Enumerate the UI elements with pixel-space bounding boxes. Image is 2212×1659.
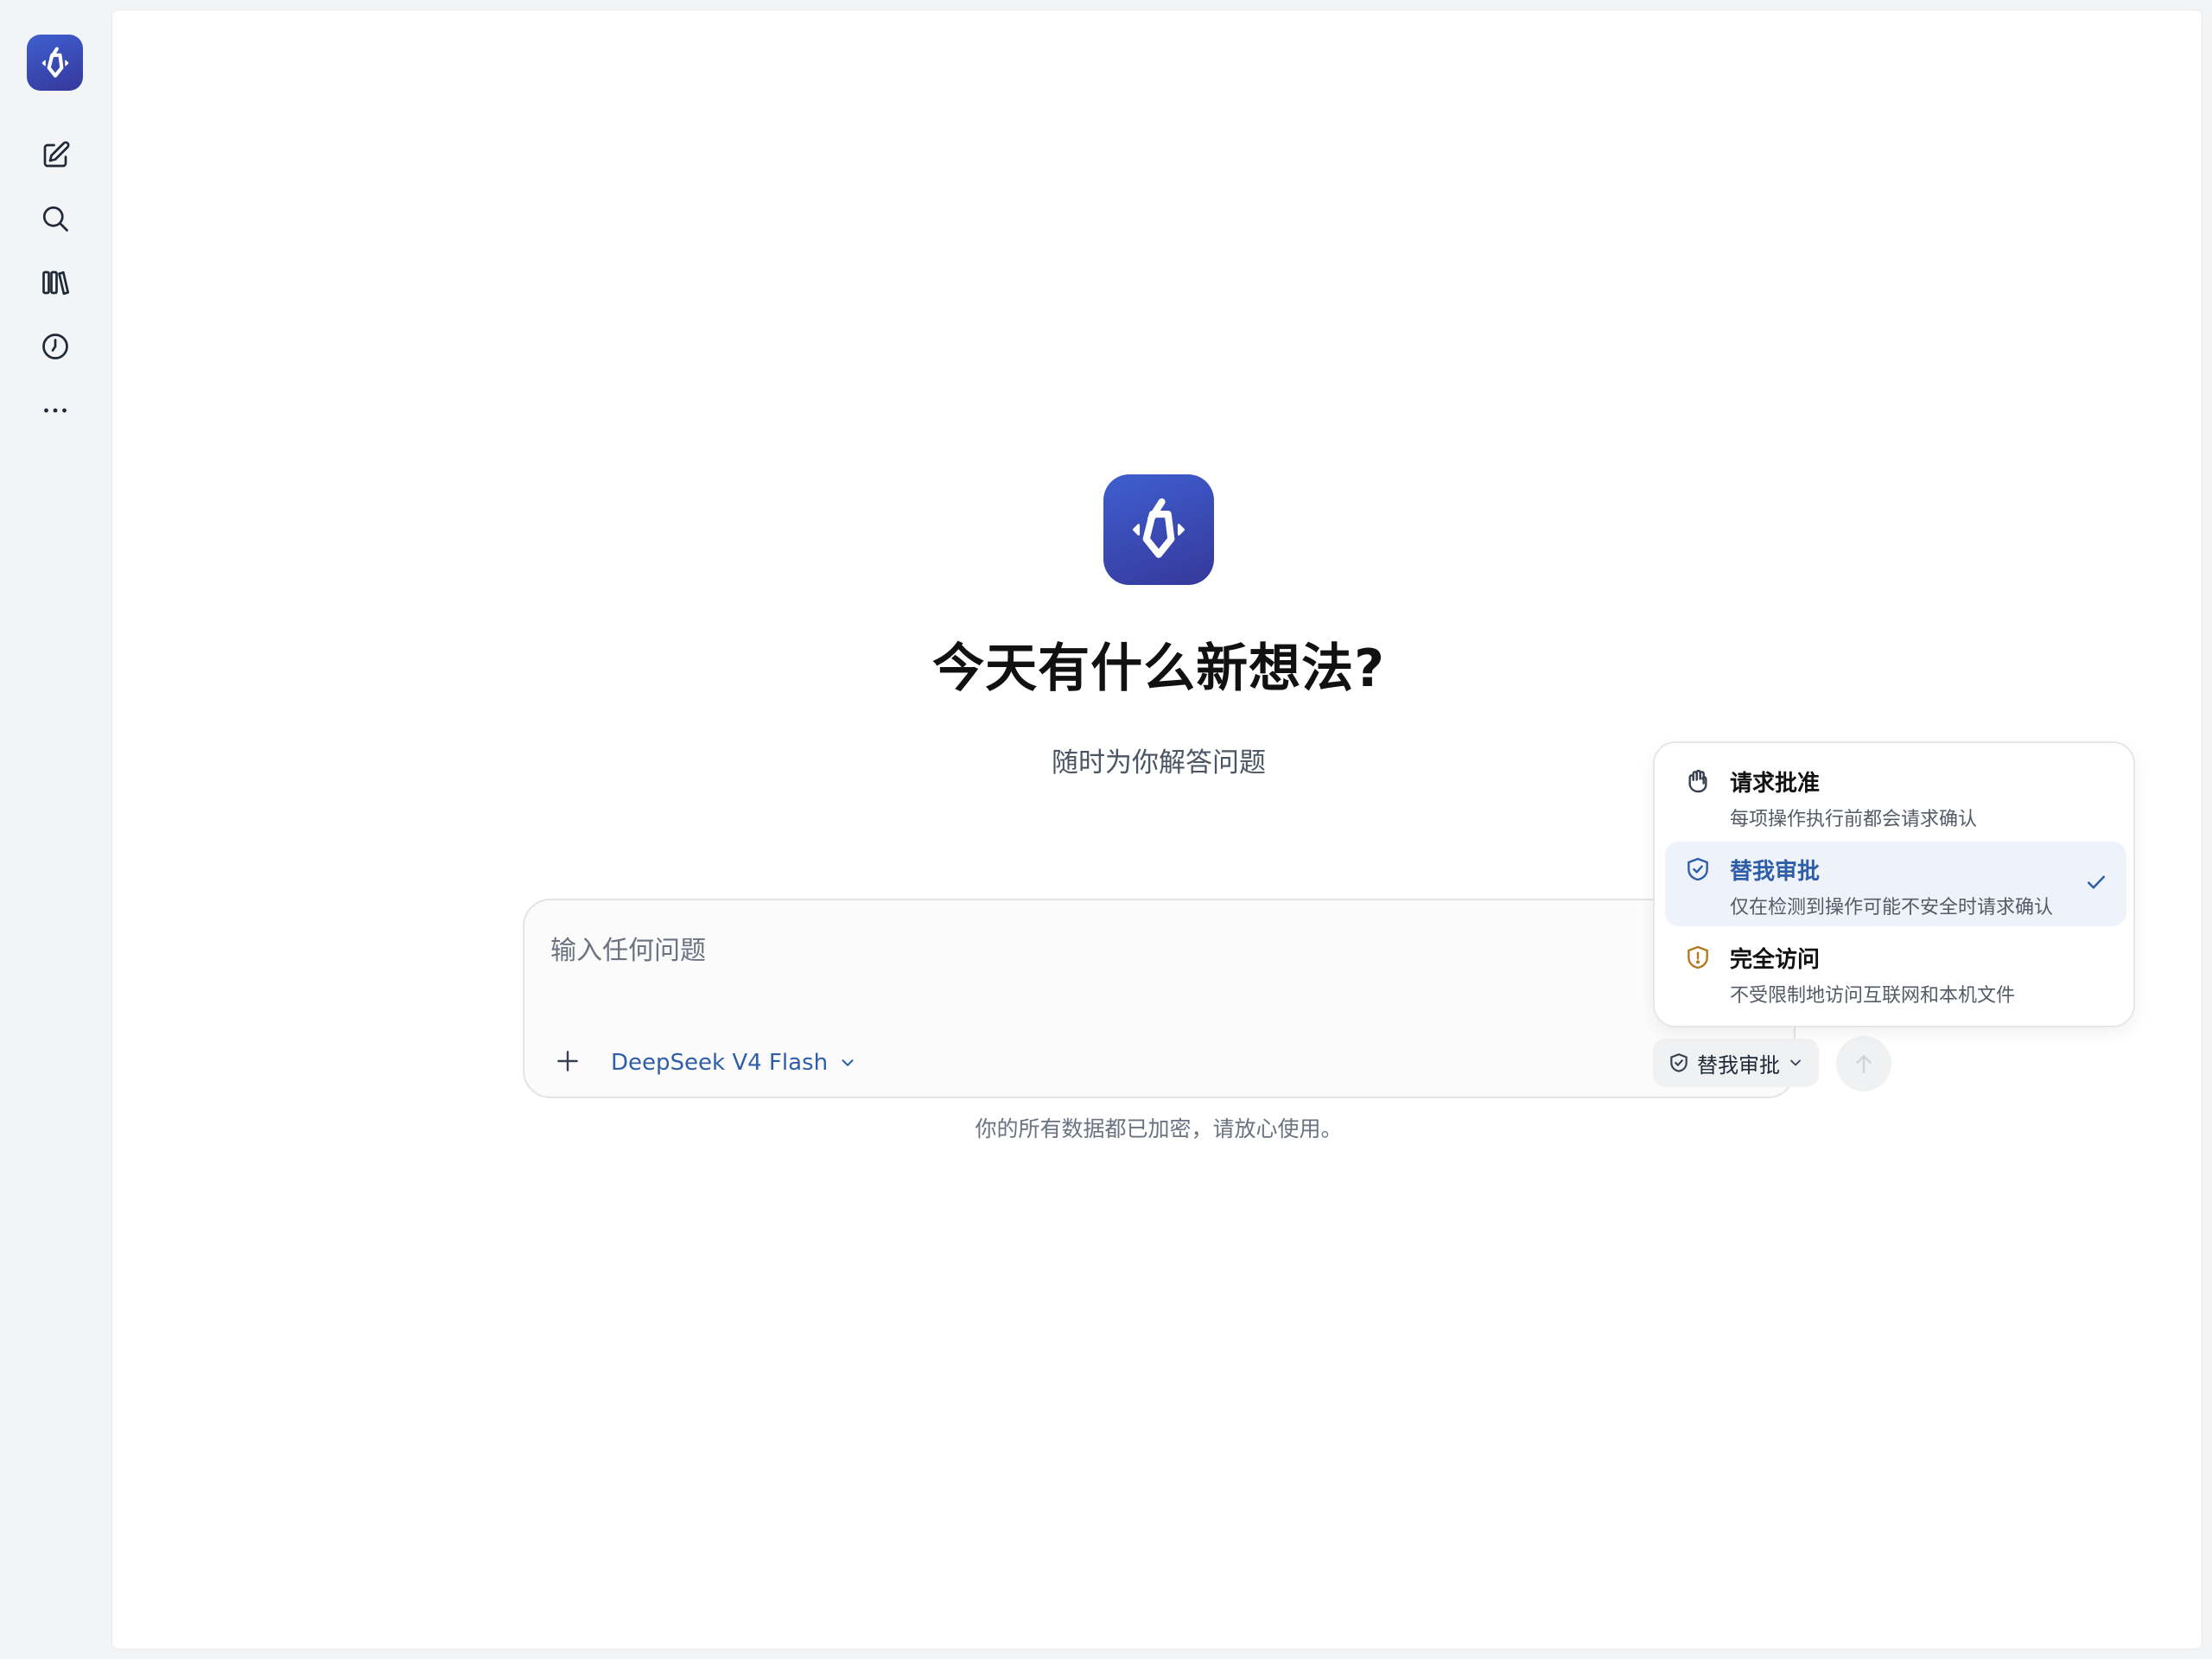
composer: DeepSeek V4 Flash 替我审批 xyxy=(523,899,1891,1098)
option-description: 每项操作执行前都会请求确认 xyxy=(1730,809,1978,830)
hand-icon xyxy=(1688,769,1707,793)
message-input[interactable] xyxy=(550,925,1414,976)
sidebar xyxy=(0,0,111,1659)
main-panel: 今天有什么新想法? 随时为你解答问题 DeepSeek V4 Flash 替我审… xyxy=(111,10,2202,1649)
menu-option-request-approval[interactable]: 请求批准 每项操作执行前都会请求确认 xyxy=(1665,753,2126,838)
send-button[interactable] xyxy=(1836,1036,1891,1091)
arrow-up-icon xyxy=(1856,1055,1872,1074)
approval-mode-menu: 请求批准 每项操作执行前都会请求确认 替我审批 仅在检测到操作可能不安全时请求确… xyxy=(1653,741,2135,1027)
plus-icon xyxy=(557,1051,578,1071)
shield-alert-icon xyxy=(1688,945,1708,969)
option-title: 替我审批 xyxy=(1730,859,1821,885)
option-title: 完全访问 xyxy=(1730,947,1821,973)
shield-check-icon xyxy=(1670,1053,1688,1072)
model-select[interactable]: DeepSeek V4 Flash xyxy=(611,1046,857,1080)
footer-note: 你的所有数据都已加密，请放心使用。 xyxy=(975,1116,1343,1141)
approval-mode-label: 替我审批 xyxy=(1697,1052,1780,1077)
app-logo-icon[interactable] xyxy=(27,35,83,91)
search-icon xyxy=(42,206,68,232)
edit-icon xyxy=(43,141,70,168)
model-label: DeepSeek V4 Flash xyxy=(611,1050,829,1076)
page-title: 今天有什么新想法? xyxy=(932,639,1385,699)
search-button[interactable] xyxy=(35,198,76,239)
chevron-down-icon xyxy=(1790,1059,1801,1066)
option-description: 仅在检测到操作可能不安全时请求确认 xyxy=(1730,897,2054,918)
chevron-down-icon xyxy=(842,1059,854,1066)
check-icon xyxy=(2088,875,2105,889)
history-button[interactable] xyxy=(35,326,76,367)
approval-mode-button[interactable]: 替我审批 xyxy=(1653,1039,1819,1087)
library-icon xyxy=(42,270,70,296)
menu-option-full-access[interactable]: 完全访问 不受限制地访问互联网和本机文件 xyxy=(1665,930,2126,1014)
new-chat-button[interactable] xyxy=(35,135,76,176)
clock-icon xyxy=(42,334,68,359)
option-description: 不受限制地访问互联网和本机文件 xyxy=(1730,985,2016,1007)
library-button[interactable] xyxy=(35,262,76,303)
page-subtitle: 随时为你解答问题 xyxy=(1052,747,1266,779)
option-title: 请求批准 xyxy=(1730,771,1821,797)
more-button[interactable] xyxy=(35,390,76,431)
shield-check-icon xyxy=(1688,857,1708,881)
more-icon xyxy=(44,408,67,413)
attach-button[interactable] xyxy=(546,1039,589,1083)
hero-logo-icon xyxy=(1103,474,1214,585)
menu-option-auto-review[interactable]: 替我审批 仅在检测到操作可能不安全时请求确认 xyxy=(1665,842,2126,926)
